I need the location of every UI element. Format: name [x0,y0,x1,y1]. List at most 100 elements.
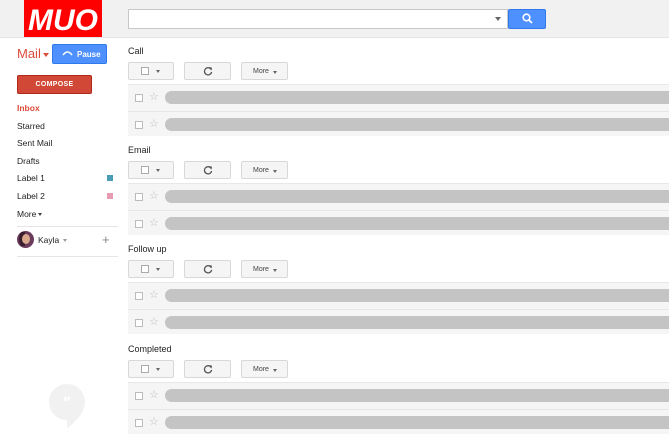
refresh-icon [203,67,213,76]
redacted-message [165,389,669,402]
chevron-down-icon [273,369,277,372]
checkbox-icon [141,166,149,174]
more-label: More [253,366,269,373]
more-label: More [253,68,269,75]
search-icon [522,13,533,24]
sidebar-item-starred[interactable]: Starred [0,118,118,136]
sidebar-item-more[interactable]: More [0,206,118,224]
chevron-down-icon [273,71,277,74]
sidebar-item-label: Label 1 [17,173,45,184]
message-row[interactable]: ☆ [128,383,669,409]
logo-text: MUO [28,4,98,37]
checkbox[interactable] [135,220,143,228]
sidebar-item-label: Sent Mail [17,138,53,149]
chevron-down-icon[interactable] [63,239,67,242]
star-icon[interactable]: ☆ [149,288,159,301]
sidebar-item-sent-mail[interactable]: Sent Mail [0,135,118,153]
muo-logo-icon: MUO [28,4,98,37]
label-color-swatch [107,192,113,199]
refresh-icon [203,166,213,175]
pause-button[interactable]: Pause [52,44,107,64]
star-icon[interactable]: ☆ [149,90,159,103]
checkbox[interactable] [135,193,143,201]
more-button[interactable]: More [241,62,288,80]
section-title: Email [128,145,151,155]
sidebar-item-label: Label 2 [17,190,45,201]
select-all-button[interactable] [128,360,174,378]
redacted-message [165,91,669,104]
message-row[interactable]: ☆ [128,409,669,435]
star-icon[interactable]: ☆ [149,315,159,328]
star-icon[interactable]: ☆ [149,117,159,130]
redacted-message [165,289,669,302]
refresh-button[interactable] [184,260,231,278]
checkbox-icon [141,265,149,273]
svg-text:”: ” [62,395,71,411]
section-title: Call [128,46,144,56]
message-row[interactable]: ☆ [128,283,669,309]
pause-label: Pause [77,50,101,59]
star-icon[interactable]: ☆ [149,189,159,202]
refresh-button[interactable] [184,62,231,80]
redacted-message [165,416,669,429]
select-all-button[interactable] [128,260,174,278]
search-input[interactable] [129,11,489,29]
sidebar-item-inbox[interactable]: Inbox [0,100,118,118]
top-bar: MUO [0,0,669,38]
more-button[interactable]: More [241,360,288,378]
sidebar-item-drafts[interactable]: Drafts [0,153,118,171]
sidebar-item-label: Inbox [17,103,40,113]
pause-icon [62,51,73,56]
more-label: More [253,266,269,273]
chevron-down-icon[interactable] [43,53,49,57]
user-name[interactable]: Kayla [38,235,59,245]
message-row[interactable]: ☆ [128,111,669,137]
message-row[interactable]: ☆ [128,210,669,236]
checkbox[interactable] [135,419,143,427]
sidebar-item-label-2[interactable]: Label 2 [0,188,118,206]
more-button[interactable]: More [241,161,288,179]
message-row[interactable]: ☆ [128,309,669,335]
checkbox[interactable] [135,121,143,129]
star-icon[interactable]: ☆ [149,415,159,428]
mail-menu-title[interactable]: Mail [17,46,41,61]
more-label: More [253,167,269,174]
checkbox[interactable] [135,292,143,300]
site-logo[interactable]: MUO [24,0,102,37]
avatar[interactable] [17,231,34,248]
more-button[interactable]: More [241,260,288,278]
refresh-button[interactable] [184,360,231,378]
chevron-down-icon [156,169,160,172]
sidebar-nav: Inbox Starred Sent Mail Drafts Label 1 L… [0,100,118,223]
message-list: ☆ ☆ [128,282,669,334]
checkbox[interactable] [135,319,143,327]
star-icon[interactable]: ☆ [149,388,159,401]
sidebar-item-label: Drafts [17,155,40,166]
search-options-caret-icon[interactable] [495,17,501,21]
message-row[interactable]: ☆ [128,85,669,111]
add-icon[interactable]: + [102,232,110,247]
search-box [128,9,508,29]
select-all-button[interactable] [128,62,174,80]
checkbox[interactable] [135,94,143,102]
checkbox[interactable] [135,392,143,400]
chevron-down-icon [156,268,160,271]
redacted-message [165,217,669,230]
message-list: ☆ ☆ [128,183,669,235]
select-all-button[interactable] [128,161,174,179]
compose-button[interactable]: COMPOSE [17,75,92,94]
sidebar-item-label-1[interactable]: Label 1 [0,170,118,188]
search-button[interactable] [508,9,546,29]
message-row[interactable]: ☆ [128,184,669,210]
star-icon[interactable]: ☆ [149,216,159,229]
refresh-button[interactable] [184,161,231,179]
sidebar-item-label: Starred [17,120,45,131]
message-list: ☆ ☆ [128,84,669,136]
sidebar-item-label: More [17,208,37,219]
chevron-down-icon [156,70,160,73]
section-title: Follow up [128,244,167,254]
redacted-message [165,190,669,203]
refresh-icon [203,365,213,374]
hangouts-icon[interactable]: ” [47,382,87,430]
checkbox-icon [141,67,149,75]
